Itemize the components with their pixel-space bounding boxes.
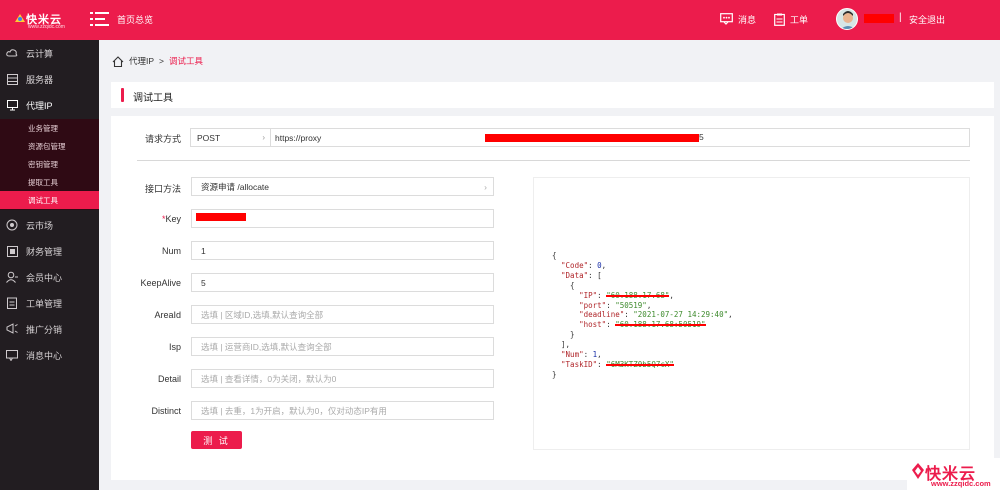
username-redacted	[864, 14, 894, 23]
top-header: 快米云 www.zzqidc.com 首页总览 消息 工单 | 安全退出	[0, 0, 1000, 40]
sidebar-item-member-center[interactable]: 会员中心	[0, 264, 99, 290]
api-method-value: 资源申请 /allocate	[201, 181, 270, 192]
key-label: *Key	[111, 214, 181, 224]
submenu-debug-tool[interactable]: 调试工具	[0, 191, 99, 209]
chevron-right-icon: ›	[262, 133, 265, 142]
message-icon	[6, 349, 18, 361]
sidebar-item-promotion[interactable]: 推广分销	[0, 316, 99, 342]
home-overview-link[interactable]: 首页总览	[117, 13, 153, 26]
key-input[interactable]	[191, 209, 494, 228]
sidebar-item-label: 财务管理	[26, 246, 63, 257]
title-accent-bar	[121, 88, 124, 102]
isp-input[interactable]: 选填 | 运营商ID,选填,默认查询全部	[191, 337, 494, 356]
sidebar-item-message-center[interactable]: 消息中心	[0, 342, 99, 368]
sidebar-item-finance[interactable]: 财务管理	[0, 238, 99, 264]
form-divider	[137, 160, 970, 161]
url-redacted	[485, 134, 699, 142]
distinct-label: Distinct	[151, 406, 181, 416]
header-separator: |	[899, 12, 902, 23]
sidebar-item-label: 服务器	[26, 74, 54, 85]
sidebar-item-proxy-ip[interactable]: 代理IP	[0, 92, 99, 118]
breadcrumb-current: 调试工具	[169, 56, 204, 66]
message-icon	[720, 13, 733, 25]
chevron-right-icon: ›	[484, 182, 487, 192]
sidebar-item-label: 代理IP	[26, 100, 53, 111]
tickets-button[interactable]: 工单	[774, 11, 808, 27]
sidebar-item-cloud-market[interactable]: 云市场	[0, 212, 99, 238]
logo-mark-icon	[15, 14, 25, 22]
response-panel: { "Code": 0, "Data": [ { "IP": "60.188.1…	[533, 177, 970, 450]
url-input[interactable]: https://proxy 5	[270, 128, 970, 147]
detail-input[interactable]: 选填 | 查看详情，0为关闭，默认为0	[191, 369, 494, 388]
api-method-label: 接口方法	[144, 184, 181, 194]
logout-link[interactable]: 安全退出	[909, 13, 945, 26]
key-label-text: Key	[165, 214, 181, 224]
breadcrumb-separator: >	[159, 56, 164, 66]
title-panel: 调试工具	[111, 82, 994, 108]
watermark-logo: 快米云 www.zzqidc.com	[907, 458, 1000, 490]
isp-label: Isp	[168, 342, 181, 352]
ticket-icon	[774, 13, 785, 26]
user-icon	[6, 271, 18, 283]
cloud-icon	[6, 47, 18, 59]
server-icon	[6, 73, 18, 85]
sidebar-item-label: 消息中心	[26, 350, 63, 361]
sidebar-item-server[interactable]: 服务器	[0, 66, 99, 92]
logo[interactable]: 快米云 www.zzqidc.com	[14, 9, 76, 30]
proxy-ip-submenu: 业务管理 资源包管理 密钥管理 提取工具 调试工具	[0, 119, 99, 210]
areaid-label: AreaId	[154, 310, 181, 320]
sidebar: 云计算 服务器 代理IP 业务管理 资源包管理 密钥管理 提取工具 调试工具 云…	[0, 40, 99, 490]
submenu-extract-tool[interactable]: 提取工具	[0, 173, 99, 191]
areaid-input[interactable]: 选填 | 区域ID,选填,默认查询全部	[191, 305, 494, 324]
debug-form-panel: 请求方式 POST › https://proxy 5 接口方法 资源申请 /a…	[111, 116, 994, 480]
detail-label: Detail	[157, 374, 181, 384]
keepalive-label: KeepAlive	[140, 278, 181, 288]
watermark-subtext: www.zzqidc.com	[931, 479, 991, 488]
messages-button[interactable]: 消息	[720, 11, 756, 27]
market-icon	[6, 219, 18, 231]
sidebar-item-ticket-management[interactable]: 工单管理	[0, 290, 99, 316]
home-icon[interactable]	[112, 55, 124, 67]
breadcrumb-parent[interactable]: 代理IP	[129, 55, 154, 67]
key-redacted	[196, 213, 246, 221]
tickets-label: 工单	[790, 14, 809, 25]
page-title: 调试工具	[133, 93, 173, 104]
avatar[interactable]	[836, 8, 858, 30]
sidebar-item-label: 推广分销	[26, 324, 63, 335]
num-input[interactable]: 1	[191, 241, 494, 260]
url-prefix: https://proxy	[275, 132, 322, 143]
sidebar-item-cloud-computing[interactable]: 云计算	[0, 40, 99, 66]
api-method-select[interactable]: 资源申请 /allocate ›	[191, 177, 494, 196]
method-label: 请求方式	[144, 134, 181, 144]
messages-label: 消息	[738, 14, 757, 25]
response-json: { "Code": 0, "Data": [ { "IP": "60.188.1…	[552, 251, 733, 379]
promote-icon	[6, 323, 18, 335]
url-tail: 5	[699, 132, 704, 142]
watermark-mark-icon	[912, 463, 924, 479]
method-select[interactable]: POST ›	[190, 128, 270, 147]
sidebar-item-label: 云计算	[26, 48, 54, 59]
keepalive-input[interactable]: 5	[191, 273, 494, 292]
finance-icon	[6, 245, 18, 257]
submenu-resource-packs[interactable]: 资源包管理	[0, 137, 99, 155]
sidebar-item-label: 会员中心	[26, 272, 63, 283]
distinct-input[interactable]: 选填 | 去重，1为开启，默认为0，仅对动态IP有用	[191, 401, 494, 420]
logo-subtitle: www.zzqidc.com	[28, 24, 65, 30]
sidebar-item-label: 工单管理	[26, 298, 63, 309]
sidebar-item-label: 云市场	[26, 220, 54, 231]
submenu-business[interactable]: 业务管理	[0, 119, 99, 137]
num-label: Num	[161, 246, 181, 256]
test-button[interactable]: 测 试	[191, 431, 242, 449]
menu-toggle-icon[interactable]	[90, 11, 110, 27]
monitor-icon	[6, 99, 18, 111]
method-value: POST	[197, 132, 221, 143]
breadcrumb: 代理IP > 调试工具	[112, 53, 203, 69]
ticket-icon	[6, 297, 18, 309]
submenu-keys[interactable]: 密钥管理	[0, 155, 99, 173]
